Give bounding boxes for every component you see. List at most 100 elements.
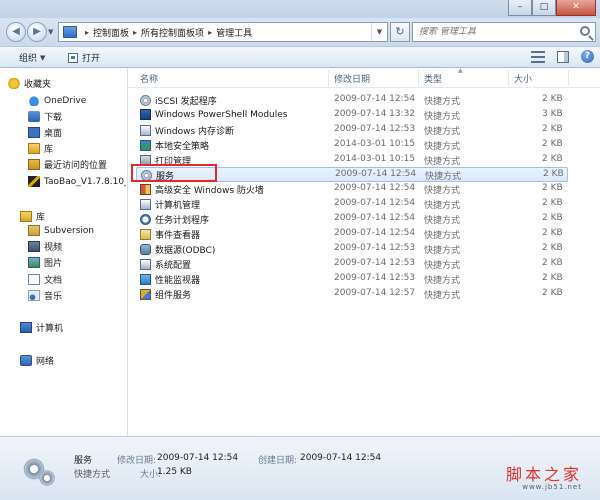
file-date: 2009-07-14 12:53: [334, 124, 416, 134]
file-row[interactable]: 系统配置 2009-07-14 12:53 快捷方式 2 KB: [136, 257, 568, 272]
file-name-cell: 本地安全策略: [140, 139, 209, 152]
column-divider[interactable]: [508, 70, 509, 86]
file-date: 2009-07-14 12:54: [334, 198, 416, 208]
file-row[interactable]: Windows 内存诊断 2009-07-14 12:53 快捷方式 2 KB: [136, 123, 568, 138]
close-button[interactable]: ✕: [556, 0, 596, 16]
sidebar-item-desktop[interactable]: 桌面: [28, 125, 62, 140]
recent-pages-dropdown-icon[interactable]: ▼: [48, 28, 53, 36]
file-name: 系统配置: [155, 261, 192, 271]
memory-diagnostic-icon: [140, 125, 151, 136]
help-icon[interactable]: ?: [581, 50, 594, 63]
file-date: 2009-07-14 12:53: [334, 258, 416, 268]
refresh-button[interactable]: ↻: [390, 22, 410, 42]
sidebar-item-taobao[interactable]: TaoBao_V1.7.8.10_: [28, 174, 126, 189]
breadcrumb-separator-icon[interactable]: ▸: [208, 28, 212, 37]
file-size: 2 KB: [542, 243, 563, 253]
sidebar-item-downloads[interactable]: 下载: [28, 109, 62, 124]
file-size: 3 KB: [542, 109, 563, 119]
watermark-url: www.jb51.net: [522, 483, 582, 491]
forward-button[interactable]: ▶: [27, 22, 47, 42]
file-row[interactable]: 高级安全 Windows 防火墙 2009-07-14 12:54 快捷方式 2…: [136, 182, 568, 197]
file-name-cell: 任务计划程序: [140, 213, 209, 226]
address-dropdown-icon[interactable]: ▼: [371, 23, 387, 41]
breadcrumb-separator-icon[interactable]: ▸: [85, 28, 89, 37]
file-name-cell: 高级安全 Windows 防火墙: [140, 183, 264, 196]
file-type: 快捷方式: [424, 157, 461, 167]
breadcrumb-all-items[interactable]: 所有控制面板项: [141, 26, 204, 39]
address-bar[interactable]: ▸ 控制面板 ▸ 所有控制面板项 ▸ 管理工具 ▼: [58, 22, 388, 42]
column-header-date[interactable]: 修改日期: [334, 72, 370, 85]
maximize-button[interactable]: □: [532, 0, 556, 16]
sidebar-item-videos[interactable]: 视频: [28, 239, 62, 254]
sidebar-item-subversion[interactable]: Subversion: [28, 223, 94, 238]
sidebar-item-libraries[interactable]: 库: [20, 209, 45, 224]
sidebar-item-label: TaoBao_V1.7.8.10_: [44, 176, 126, 187]
gear-icon: [38, 469, 56, 487]
file-row[interactable]: 计算机管理 2009-07-14 12:54 快捷方式 2 KB: [136, 197, 568, 212]
sidebar-item-documents[interactable]: 文档: [28, 272, 62, 287]
sidebar-item-label: 库: [44, 145, 54, 155]
watermark-text: 脚本之家: [505, 465, 582, 484]
organize-label: 组织: [19, 54, 38, 64]
breadcrumb-separator-icon[interactable]: ▸: [133, 28, 137, 37]
powershell-icon: [140, 109, 151, 120]
file-type: 快捷方式: [424, 276, 461, 286]
file-name-cell: Windows PowerShell Modules: [140, 109, 287, 120]
file-row[interactable]: 性能监视器 2009-07-14 12:53 快捷方式 2 KB: [136, 272, 568, 287]
breadcrumb-control-panel[interactable]: 控制面板: [93, 26, 129, 39]
file-row[interactable]: 组件服务 2009-07-14 12:57 快捷方式 2 KB: [136, 287, 568, 302]
column-headers: 名称 修改日期 类型 ▲ 大小: [128, 67, 600, 88]
column-header-name[interactable]: 名称: [140, 72, 158, 85]
sidebar-item-library[interactable]: 库: [28, 141, 53, 156]
file-name: 任务计划程序: [155, 216, 210, 226]
search-input[interactable]: [419, 27, 569, 37]
column-header-size[interactable]: 大小: [514, 72, 532, 85]
file-date: 2009-07-14 12:57: [334, 288, 416, 298]
file-row[interactable]: Windows PowerShell Modules 2009-07-14 13…: [136, 108, 568, 123]
breadcrumb-admin-tools[interactable]: 管理工具: [216, 26, 252, 39]
minimize-button[interactable]: –: [508, 0, 532, 16]
sidebar-item-onedrive[interactable]: OneDrive: [28, 93, 86, 108]
file-row[interactable]: 任务计划程序 2009-07-14 12:54 快捷方式 2 KB: [136, 212, 568, 227]
preview-pane-icon[interactable]: [557, 50, 569, 63]
file-name: 高级安全 Windows 防火墙: [155, 186, 264, 196]
change-view-icon[interactable]: [531, 50, 545, 63]
file-row[interactable]: 数据源(ODBC) 2009-07-14 12:53 快捷方式 2 KB: [136, 242, 568, 257]
file-row[interactable]: 本地安全策略 2014-03-01 10:15 快捷方式 2 KB: [136, 138, 568, 153]
sidebar-item-pictures[interactable]: 图片: [28, 255, 62, 270]
open-button[interactable]: 打开: [68, 51, 100, 64]
file-type: 快捷方式: [424, 216, 461, 226]
column-divider[interactable]: [328, 70, 329, 86]
column-header-type[interactable]: 类型: [424, 72, 442, 85]
sidebar-item-music[interactable]: 音乐: [28, 288, 62, 303]
file-size: 2 KB: [542, 228, 563, 238]
sidebar-item-recent-places[interactable]: 最近访问的位置: [28, 157, 107, 172]
sidebar-item-favorites[interactable]: 收藏夹: [8, 76, 51, 91]
file-date: 2009-07-14 13:32: [334, 109, 416, 119]
archive-icon: [28, 176, 40, 187]
firewall-icon: [140, 184, 151, 195]
file-name: iSCSI 发起程序: [155, 97, 217, 107]
file-type: 快捷方式: [424, 127, 461, 137]
file-name-cell: Windows 内存诊断: [140, 124, 234, 137]
file-row[interactable]: 事件查看器 2009-07-14 12:54 快捷方式 2 KB: [136, 227, 568, 242]
file-date: 2009-07-14 12:53: [334, 273, 416, 283]
file-date: 2009-07-14 12:53: [334, 243, 416, 253]
sort-ascending-icon: ▲: [458, 67, 463, 74]
file-type: 快捷方式: [424, 246, 461, 256]
column-divider[interactable]: [568, 70, 569, 86]
details-modified-value: 2009-07-14 12:54: [157, 453, 239, 463]
file-row[interactable]: iSCSI 发起程序 2009-07-14 12:54 快捷方式 2 KB: [136, 93, 568, 108]
organize-menu-button[interactable]: 组织 ▼: [19, 51, 45, 65]
search-box[interactable]: [412, 22, 596, 42]
search-icon[interactable]: [580, 26, 590, 36]
sidebar-item-computer[interactable]: 计算机: [20, 320, 63, 335]
back-button[interactable]: ◀: [6, 22, 26, 42]
file-list-pane: 名称 修改日期 类型 ▲ 大小 iSCSI 发起程序 2009-07-14 12…: [128, 67, 600, 436]
task-scheduler-icon: [140, 214, 151, 225]
sidebar-item-label: 计算机: [36, 324, 64, 334]
sidebar-item-network[interactable]: 网络: [20, 353, 54, 368]
file-size: 2 KB: [542, 183, 563, 193]
column-divider[interactable]: [418, 70, 419, 86]
file-size: 2 KB: [542, 258, 563, 268]
